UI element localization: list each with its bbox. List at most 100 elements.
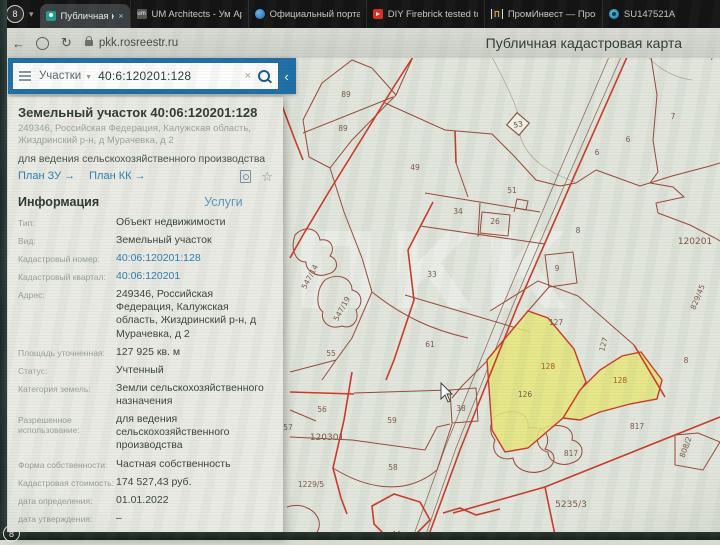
tab-services[interactable]: Услуги bbox=[204, 195, 242, 209]
map-parcel-label: 57 bbox=[283, 423, 293, 432]
map-parcel-label: 5235/3 bbox=[555, 500, 587, 510]
tab-label: ПромИнвест — Произв bbox=[507, 8, 596, 20]
browser-tab[interactable]: Публичная кадастро× bbox=[39, 4, 130, 28]
field-value[interactable]: 40:06:120201 bbox=[116, 270, 273, 283]
map-parcel-label: 1229/5 bbox=[298, 480, 325, 489]
field-value: Земельный участок bbox=[116, 233, 212, 246]
map-parcel-label: 120301 bbox=[310, 433, 344, 443]
field-value: 127 925 кв. м bbox=[116, 345, 181, 358]
address-url[interactable]: pkk.rosreestr.ru bbox=[99, 37, 178, 49]
um-logo: um bbox=[136, 9, 147, 19]
reload-button[interactable]: ↻ bbox=[61, 35, 72, 51]
map-parcel-label: 120201 bbox=[678, 237, 712, 247]
search-input[interactable]: 40:6:120201:128 bbox=[98, 69, 244, 83]
map-parcel-label: 89 bbox=[338, 124, 348, 133]
favorite-star-icon[interactable]: ☆ bbox=[261, 170, 273, 183]
svg-text:53: 53 bbox=[513, 119, 524, 130]
info-field-row: Разрешенное использование: для ведения се… bbox=[8, 413, 283, 452]
plan-zu-link[interactable]: План ЗУ → bbox=[18, 170, 75, 182]
map-parcel-label: 9 bbox=[555, 264, 560, 273]
field-label: Вид: bbox=[18, 235, 36, 246]
monitor-bezel-left bbox=[0, 0, 7, 540]
field-label: Адрес: bbox=[18, 290, 45, 301]
parcel-boundary bbox=[454, 130, 457, 164]
screen-photo: 8 ▾ Публичная кадастро×umUM Architects -… bbox=[0, 0, 720, 542]
document-search-icon[interactable] bbox=[240, 169, 252, 183]
tab-label: Публичная кадастро bbox=[60, 10, 115, 22]
map-parcel-label: 58 bbox=[388, 463, 398, 472]
clear-search-icon[interactable]: × bbox=[245, 70, 251, 82]
field-label: Категория земель: bbox=[18, 383, 91, 394]
tab-information[interactable]: Информация bbox=[18, 195, 99, 209]
collapse-panel-chevron[interactable]: ‹ bbox=[279, 58, 294, 94]
plan-kk-link[interactable]: План КК → bbox=[89, 170, 145, 182]
map-parcel-label: 128 bbox=[613, 376, 628, 385]
parcel-address-subtitle: 249346, Российская Федерация, Калужская … bbox=[18, 123, 251, 147]
browser-tab-strip: 8 ▾ Публичная кадастро× um UM Architects -… bbox=[0, 0, 720, 28]
browser-tab[interactable]: SU147521A bbox=[601, 0, 720, 28]
monitor-bezel-bottom bbox=[0, 532, 720, 540]
info-field-row: Площадь уточненная: 127 925 кв. м bbox=[8, 346, 283, 359]
close-tab-icon[interactable]: × bbox=[118, 11, 123, 21]
field-label: Кадастровый номер: bbox=[18, 253, 100, 264]
map-parcel-label: 6 bbox=[626, 135, 631, 144]
info-field-row: Форма собственности: Частная собственност… bbox=[8, 458, 283, 471]
info-field-row: Категория земель: Земли сельскохозяйствен… bbox=[8, 382, 283, 408]
tab-label: SU147521A bbox=[623, 8, 676, 20]
map-parcel-label: 33 bbox=[427, 270, 437, 279]
search-panel: Участки ▼ 40:6:120201:128 × ‹ bbox=[8, 58, 296, 94]
search-category-dropdown[interactable]: Участки bbox=[39, 70, 81, 82]
tab-list-chevron-icon[interactable]: ▾ bbox=[29, 9, 34, 20]
field-label: Статус: bbox=[18, 365, 48, 376]
map-parcel-label: 49 bbox=[410, 163, 420, 172]
map-parcel-label: 127 bbox=[549, 318, 564, 327]
info-field-row: Кадастровый номер: 40:06:120201:128 bbox=[8, 252, 283, 265]
field-value: Частная собственность bbox=[116, 457, 231, 470]
field-label: Площадь уточненная: bbox=[18, 347, 105, 358]
field-label: дата определения: bbox=[18, 495, 93, 506]
back-button[interactable]: ← bbox=[12, 36, 25, 51]
map-parcel-label: 126 bbox=[518, 390, 533, 399]
field-value: Учтенный bbox=[116, 363, 164, 376]
youtube-icon bbox=[372, 9, 383, 19]
field-value: Земли сельскохозяйственного назначения bbox=[116, 381, 264, 408]
field-label: Кадастровая стоимость: bbox=[18, 477, 115, 488]
tab-label: Официальный портал bbox=[269, 8, 360, 20]
field-label: Форма собственности: bbox=[18, 459, 108, 470]
parcel-title: Земельный участок 40:06:120201:128 bbox=[18, 105, 258, 120]
map-parcel-label: 8 bbox=[576, 226, 581, 235]
site-info-icon[interactable] bbox=[36, 36, 49, 50]
info-field-row: Статус: Учтенный bbox=[8, 364, 283, 377]
menu-icon[interactable] bbox=[19, 69, 31, 83]
browser-tab[interactable]: DIY Firebrick tested to 2 bbox=[365, 0, 484, 28]
map-parcel-label: 817 bbox=[564, 449, 579, 458]
info-field-row: дата утверждения: – bbox=[8, 512, 283, 525]
browser-toolbar: ← ↻ pkk.rosreestr.ru Публичная кадастров… bbox=[0, 28, 720, 58]
tab-label: DIY Firebrick tested to 2 bbox=[387, 8, 478, 20]
chevron-down-icon: ▼ bbox=[85, 73, 93, 81]
info-field-row: Вид: Земельный участок bbox=[8, 234, 283, 247]
info-field-row: Адрес: 249346, Российская Федерация, Калу… bbox=[8, 288, 283, 341]
map-parcel-label: 34 bbox=[453, 207, 463, 216]
browser-tab[interactable]: um UM Architects - Ум Арх bbox=[129, 0, 248, 28]
map-parcel-label: 6 bbox=[595, 148, 600, 157]
map-parcel-label: 128 bbox=[541, 362, 556, 371]
browser-tab[interactable]: П ПромИнвест — Произв bbox=[483, 0, 602, 28]
field-label: Тип: bbox=[18, 217, 35, 228]
parcel-info-panel: Земельный участок 40:06:120201:128 24934… bbox=[8, 97, 283, 540]
map-parcel-label: 817 bbox=[630, 422, 645, 431]
map-parcel-label: 38 bbox=[456, 404, 466, 413]
map-parcel-label: 89 bbox=[341, 90, 351, 99]
search-icon[interactable] bbox=[258, 70, 270, 82]
corner-badge: 8 bbox=[3, 525, 20, 542]
map-parcel-label: 59 bbox=[387, 416, 397, 425]
map-parcel-label: 7 bbox=[671, 112, 676, 121]
info-field-row: дата определения: 01.01.2022 bbox=[8, 494, 283, 507]
field-value: 01.01.2022 bbox=[116, 493, 169, 506]
field-value: 249346, Российская Федерация, Калужская … bbox=[116, 288, 257, 340]
field-value[interactable]: 40:06:120201:128 bbox=[116, 252, 273, 265]
map-parcel-label: 55 bbox=[326, 349, 336, 358]
browser-tab[interactable]: Официальный портал bbox=[247, 0, 366, 28]
map-pin-icon bbox=[45, 11, 56, 21]
profile-badge[interactable]: 8 bbox=[6, 5, 24, 23]
